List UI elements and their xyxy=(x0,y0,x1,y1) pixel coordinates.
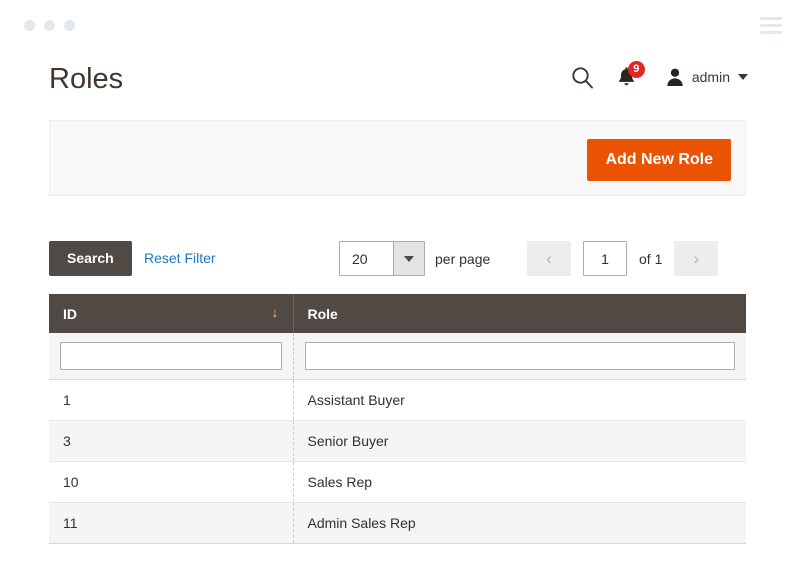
cell-id: 1 xyxy=(49,379,294,421)
hamburger-bar xyxy=(760,24,782,27)
cell-role: Senior Buyer xyxy=(293,420,746,462)
user-name: admin xyxy=(691,69,730,85)
total-pages-label: of 1 xyxy=(639,250,663,267)
chevron-right-icon: › xyxy=(693,249,700,268)
user-menu[interactable]: admin xyxy=(665,67,748,87)
per-page-select[interactable]: 20 xyxy=(339,241,425,276)
user-avatar-icon xyxy=(667,68,683,86)
filter-cell-role xyxy=(293,333,746,380)
per-page-limiter: 20 per page xyxy=(339,241,490,276)
current-page-input[interactable] xyxy=(583,241,627,276)
page-title: Roles xyxy=(49,63,124,95)
cell-role: Admin Sales Rep xyxy=(293,502,746,544)
table-row[interactable]: 10 Sales Rep xyxy=(49,461,746,503)
page-header: Roles 9 admin xyxy=(0,46,800,112)
chevron-down-icon xyxy=(393,242,424,275)
grid-header-row: ID ↓ Role xyxy=(49,294,746,333)
cell-role: Assistant Buyer xyxy=(293,379,746,421)
search-icon[interactable] xyxy=(570,65,595,90)
grid-toolbar: Search Reset Filter 20 per page ‹ of 1 › xyxy=(49,241,746,277)
page-actions-bar: Add New Role xyxy=(49,120,746,196)
table-row[interactable]: 11 Admin Sales Rep xyxy=(49,502,746,544)
hamburger-icon[interactable] xyxy=(760,17,782,34)
table-row[interactable]: 3 Senior Buyer xyxy=(49,420,746,462)
filter-input-role[interactable] xyxy=(304,342,735,370)
chevron-down-icon xyxy=(738,74,748,80)
pagination: ‹ of 1 › xyxy=(527,241,719,276)
add-new-role-button[interactable]: Add New Role xyxy=(587,139,731,181)
browser-chrome xyxy=(0,0,800,46)
column-header-role[interactable]: Role xyxy=(293,294,746,333)
per-page-label: per page xyxy=(435,250,491,267)
cell-id: 10 xyxy=(49,461,294,503)
previous-page-button[interactable]: ‹ xyxy=(527,241,571,276)
notification-badge: 9 xyxy=(627,61,645,78)
filter-cell-id xyxy=(49,333,294,380)
window-dot-maximize[interactable] xyxy=(64,20,75,31)
hamburger-bar xyxy=(760,17,782,20)
table-row[interactable]: 1 Assistant Buyer xyxy=(49,379,746,421)
window-dots xyxy=(24,20,75,31)
cell-role: Sales Rep xyxy=(293,461,746,503)
grid-body: 1 Assistant Buyer 3 Senior Buyer 10 Sale… xyxy=(49,379,746,544)
chevron-left-icon: ‹ xyxy=(546,249,552,268)
hamburger-bar xyxy=(760,31,782,34)
column-header-id[interactable]: ID ↓ xyxy=(49,294,294,333)
roles-grid: ID ↓ Role 1 Assistant Buyer 3 Senior Buy… xyxy=(49,294,746,544)
grid-filter-row xyxy=(49,333,746,380)
next-page-button[interactable]: › xyxy=(674,241,719,276)
reset-filter-link[interactable]: Reset Filter xyxy=(144,250,216,266)
arrow-down-icon: ↓ xyxy=(271,304,279,320)
window-dot-close[interactable] xyxy=(24,20,35,31)
search-button[interactable]: Search xyxy=(49,241,132,276)
column-header-label: Role xyxy=(307,305,338,322)
filter-input-id[interactable] xyxy=(60,342,282,370)
cell-id: 3 xyxy=(49,420,294,462)
header-actions: 9 admin xyxy=(570,61,748,90)
window-dot-minimize[interactable] xyxy=(44,20,55,31)
column-header-label: ID xyxy=(63,305,77,322)
per-page-value: 20 xyxy=(352,250,368,267)
notifications-button[interactable]: 9 xyxy=(617,61,645,90)
cell-id: 11 xyxy=(49,502,294,544)
